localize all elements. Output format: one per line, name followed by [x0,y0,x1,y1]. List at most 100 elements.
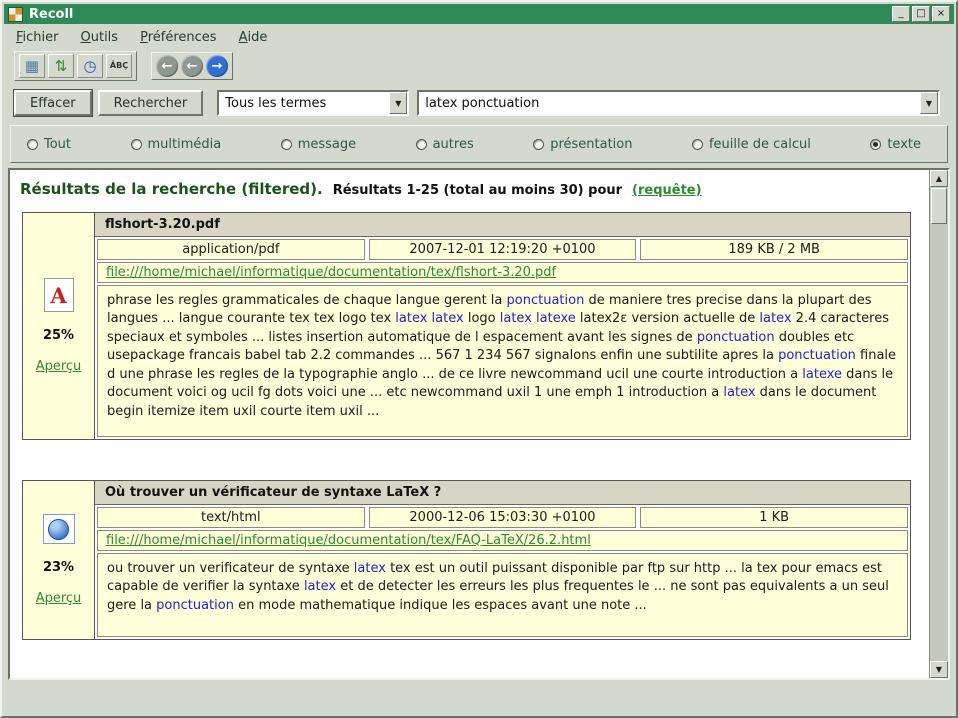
scroll-up-icon[interactable]: ▲ [930,170,948,187]
filter-label: Tout [44,137,71,152]
radio-icon [281,139,292,150]
filter-presentation[interactable]: présentation [533,137,632,152]
search-button[interactable]: Rechercher [98,90,204,116]
menu-item-fichier[interactable]: Fichier [16,30,59,45]
result-left-col: 25% Aperçu [23,213,95,439]
result-url-link[interactable]: file:///home/michael/informatique/docume… [106,265,556,280]
radio-icon [416,139,427,150]
result-url-link[interactable]: file:///home/michael/informatique/docume… [106,533,591,548]
result-main-col: flshort-3.20.pdfapplication/pdf2007-12-0… [95,213,910,439]
results-header: Résultats de la recherche (filtered). Ré… [20,180,923,198]
pdf-file-icon [44,278,74,312]
preview-link[interactable]: Aperçu [36,591,82,606]
result-date: 2007-12-01 12:19:20 +0100 [369,239,637,260]
filter-label: présentation [550,137,632,152]
filter-multimedia[interactable]: multimédia [131,137,222,152]
filter-message[interactable]: message [281,137,356,152]
result-left-col: 23% Aperçu [23,481,95,639]
filter-texte[interactable]: texte [870,137,921,152]
highlighted-term: latex [723,385,755,400]
results-panel: Résultats de la recherche (filtered). Ré… [8,168,950,680]
minimize-button[interactable]: _ [892,6,910,22]
spellcheck-button[interactable]: ÂBÇ [106,54,132,78]
clock-icon: ◷ [83,59,96,74]
clear-search-button[interactable]: ▦ [19,54,45,78]
radio-icon [692,139,703,150]
scrollbar-track[interactable] [930,225,948,661]
highlighted-term: ponctuation [507,293,585,308]
search-mode-value: Tous les termes [219,92,389,114]
result-meta-row: application/pdf2007-12-01 12:19:20 +0100… [95,237,910,262]
results-list: 25% Aperçu flshort-3.20.pdfapplication/pdf… [18,212,923,640]
html-file-icon [43,514,75,544]
maximize-button[interactable]: □ [912,6,930,22]
close-button[interactable]: × [932,6,950,22]
first-page-button[interactable]: ← [156,55,178,77]
result-title: Où trouver un vérificateur de syntaxe La… [95,481,910,505]
filter-label: multimédia [148,137,222,152]
scroll-down-icon[interactable]: ▼ [930,661,948,678]
result-title: flshort-3.20.pdf [95,213,910,237]
filter-row: Tout multimédia message autres présentation f… [10,125,948,163]
result-card: 23% Aperçu Où trouver un vérificateur de s… [22,480,911,640]
toolbar-group-nav: ← ← → [151,52,233,80]
history-button[interactable]: ◷ [77,54,103,78]
filter-feuille-de-calcul[interactable]: feuille de calcul [692,137,811,152]
menu-item-aide[interactable]: Aide [239,30,268,45]
scrollbar-thumb[interactable] [931,188,947,224]
result-mime: application/pdf [97,239,365,260]
relevance-percent: 25% [43,328,74,343]
results-area: Résultats de la recherche (filtered). Ré… [10,170,929,678]
result-mime: text/html [97,507,365,528]
stats-suffix: pour [588,183,622,198]
prev-page-button[interactable]: ← [181,55,203,77]
highlighted-term: latex [759,311,791,326]
right-arrow-icon: → [212,59,223,74]
left-arrow-icon: ← [187,59,198,74]
highlighted-term: latex [304,579,336,594]
results-title: Résultats de la recherche (filtered). [20,180,323,198]
result-card: 25% Aperçu flshort-3.20.pdfapplication/pdf… [22,212,911,440]
filter-label: texte [887,137,921,152]
radio-icon [533,139,544,150]
titlebar[interactable]: Recoll _ □ × [4,4,954,24]
clear-button[interactable]: Effacer [14,90,92,116]
radio-icon [131,139,142,150]
query-link[interactable]: (requête) [632,183,702,198]
radio-icon [27,139,38,150]
relevance-percent: 23% [43,560,74,575]
table-clear-icon: ▦ [25,59,39,74]
query-input[interactable]: latex ponctuation ▼ [417,90,940,116]
search-row: Effacer Rechercher Tous les termes ▼ lat… [4,89,954,117]
result-url-row: file:///home/michael/informatique/docume… [97,530,908,551]
update-index-button[interactable]: ⇅ [48,54,74,78]
recoll-app-icon [8,7,23,22]
result-url-row: file:///home/michael/informatique/docume… [97,262,908,283]
highlighted-term: ponctuation [778,348,856,363]
chevron-down-icon[interactable]: ▼ [389,92,407,114]
vertical-scrollbar[interactable]: ▲ ▼ [929,170,948,678]
stats-prefix: Résultats [333,183,402,198]
result-snippet: phrase les regles grammaticales de chaqu… [97,285,908,437]
highlighted-term: latex latex [395,311,463,326]
filter-label: autres [433,137,474,152]
chevron-down-icon[interactable]: ▼ [920,92,938,114]
result-meta-row: text/html2000-12-06 15:03:30 +01001 KB [95,505,910,530]
filter-autres[interactable]: autres [416,137,474,152]
search-mode-select[interactable]: Tous les termes ▼ [217,90,409,116]
next-page-button[interactable]: → [206,55,228,77]
menu-item-outils[interactable]: Outils [81,30,119,45]
highlighted-term: ponctuation [156,598,234,613]
stats-range: 1-25 (total au moins 30) [406,183,583,198]
query-value: latex ponctuation [419,92,920,114]
menu-item-preferences[interactable]: Préférences [140,30,216,45]
spell-abc-icon: ÂBÇ [110,62,128,70]
result-size: 189 KB / 2 MB [640,239,908,260]
toolbar-group-main: ▦ ⇅ ◷ ÂBÇ [14,51,137,81]
menubar: Fichier Outils Préférences Aide [4,26,954,49]
filter-tout[interactable]: Tout [27,137,71,152]
result-snippet: ou trouver un verificateur de syntaxe la… [97,553,908,637]
preview-link[interactable]: Aperçu [36,359,82,374]
radio-icon [870,139,881,150]
highlighted-term: latexe [802,367,842,382]
